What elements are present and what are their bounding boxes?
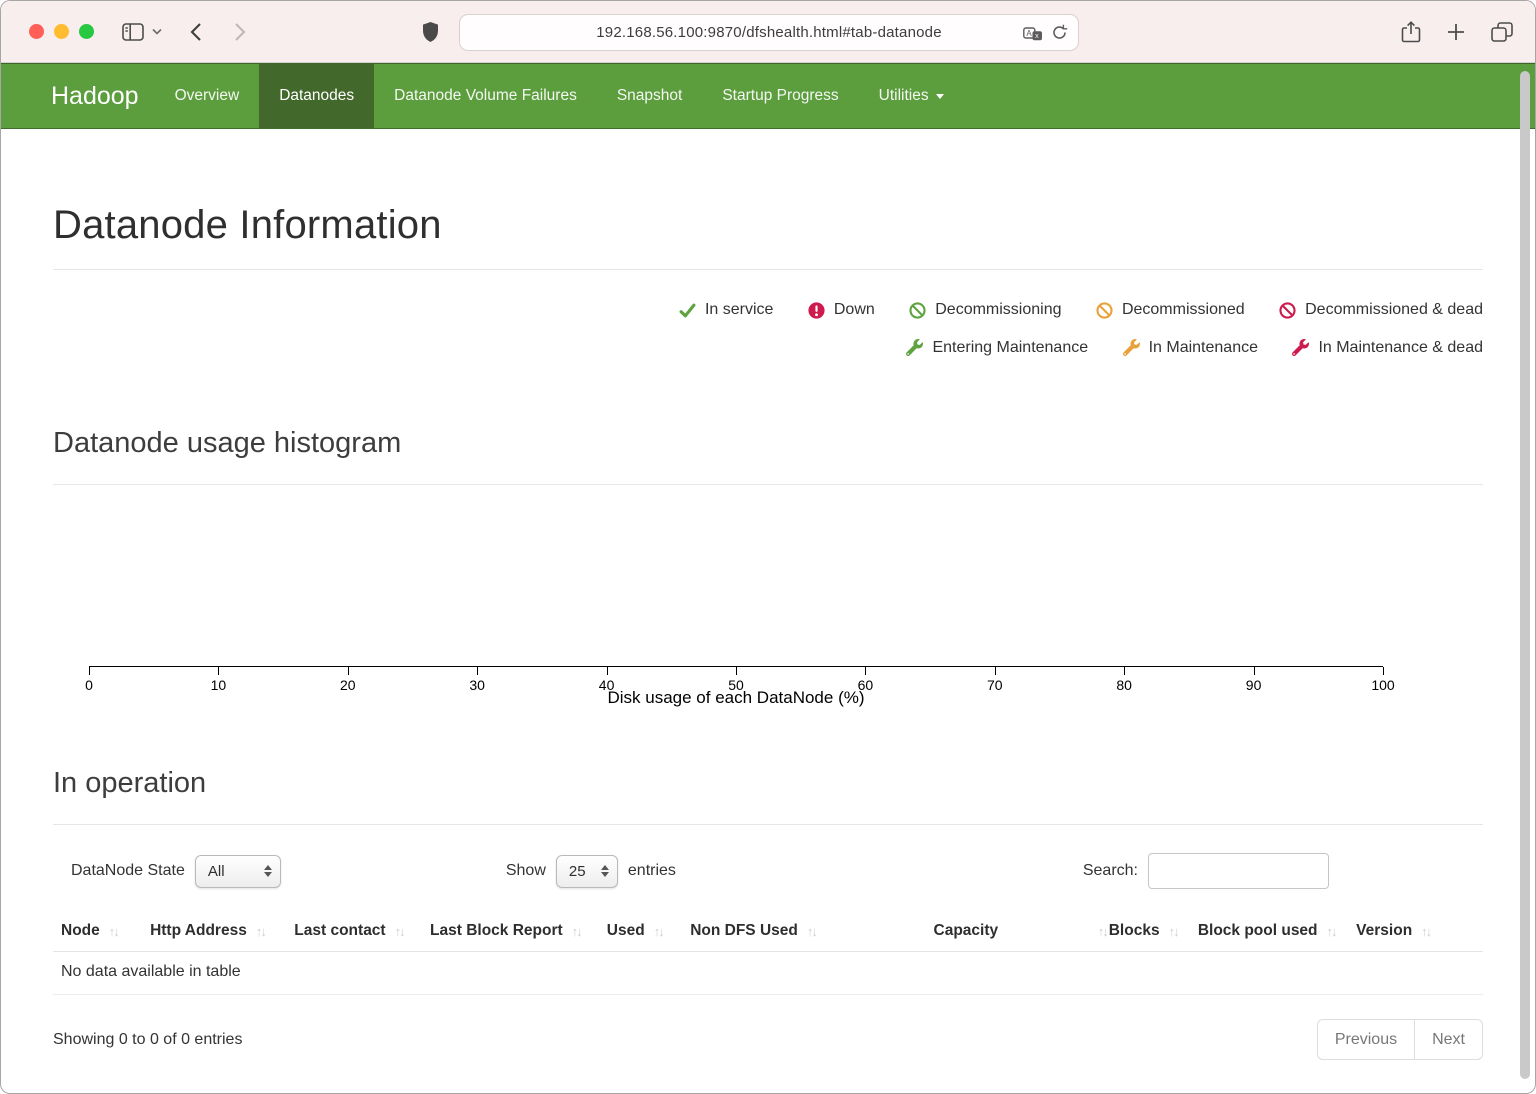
select-stepper-icon [601, 865, 609, 877]
datanode-state-legend: In service Down Decommissioning [53, 301, 1483, 361]
vertical-scrollbar-thumb[interactable] [1520, 71, 1530, 1079]
column-header-http-address[interactable]: Http Address ↑↓ [150, 922, 294, 940]
forward-button[interactable] [234, 22, 246, 42]
chevron-down-icon [936, 94, 944, 99]
histogram-heading: Datanode usage histogram [53, 427, 1483, 460]
share-icon[interactable] [1401, 20, 1421, 44]
sort-icon: ↑↓ [1098, 924, 1109, 939]
minimize-window-button[interactable] [54, 24, 69, 39]
translate-icon[interactable]: A x [1023, 25, 1043, 41]
legend-decommissioned-dead: Decommissioned & dead [1279, 301, 1483, 319]
column-header-last-block-report[interactable]: Last Block Report ↑↓ [430, 922, 607, 940]
tab-overview-icon[interactable] [1491, 22, 1513, 42]
hadoop-navbar: Hadoop Overview Datanodes Datanode Volum… [1, 63, 1535, 129]
wrench-icon [1123, 339, 1140, 356]
legend-in-maintenance: In Maintenance [1123, 339, 1258, 357]
browser-titlebar: 192.168.56.100:9870/dfshealth.html#tab-d… [1, 1, 1535, 63]
zoom-window-button[interactable] [79, 24, 94, 39]
in-operation-heading: In operation [53, 767, 1483, 800]
privacy-shield-icon[interactable] [422, 21, 439, 43]
wrench-icon [906, 339, 923, 356]
nav-item-overview[interactable]: Overview [155, 64, 260, 128]
legend-in-service: In service [679, 301, 773, 319]
reload-icon[interactable] [1051, 24, 1068, 41]
exclamation-circle-icon [808, 302, 825, 319]
check-icon [679, 302, 696, 319]
legend-decommissioned: Decommissioned [1096, 301, 1245, 319]
back-button[interactable] [190, 22, 202, 42]
sort-icon: ↑↓ [1169, 924, 1180, 939]
traffic-lights [29, 24, 94, 39]
sort-icon: ↑↓ [395, 924, 406, 939]
search-input[interactable] [1148, 853, 1329, 889]
sidebar-toggle-icon[interactable] [122, 23, 144, 41]
pagination: Previous Next [1317, 1019, 1483, 1060]
legend-decommissioning: Decommissioning [909, 301, 1061, 319]
sort-icon: ↑↓ [256, 924, 267, 939]
browser-window: 192.168.56.100:9870/dfshealth.html#tab-d… [0, 0, 1536, 1094]
column-header-blocks[interactable]: Blocks ↑↓ [1109, 922, 1198, 940]
datanode-state-select[interactable]: All [195, 855, 281, 888]
page-title: Datanode Information [53, 203, 1483, 248]
show-label: Show [506, 862, 546, 880]
previous-page-button[interactable]: Previous [1317, 1019, 1415, 1060]
sort-icon: ↑↓ [654, 924, 665, 939]
sort-icon: ↑↓ [807, 924, 818, 939]
close-window-button[interactable] [29, 24, 44, 39]
select-stepper-icon [264, 865, 272, 877]
column-header-capacity[interactable]: Capacity ↑↓ [843, 922, 1109, 940]
sort-icon: ↑↓ [109, 924, 120, 939]
datanodes-table: Node ↑↓ Http Address ↑↓ Last contact ↑↓ … [53, 913, 1483, 995]
ban-icon [1279, 302, 1296, 319]
url-bar[interactable]: 192.168.56.100:9870/dfshealth.html#tab-d… [459, 14, 1079, 51]
datanode-usage-histogram: 0102030405060708090100 Disk usage of eac… [89, 485, 1383, 703]
legend-down: Down [808, 301, 875, 319]
column-header-used[interactable]: Used ↑↓ [607, 922, 690, 940]
entries-label: entries [628, 862, 676, 880]
url-text: 192.168.56.100:9870/dfshealth.html#tab-d… [596, 24, 942, 41]
column-header-version[interactable]: Version ↑↓ [1356, 922, 1458, 940]
column-header-node[interactable]: Node ↑↓ [61, 922, 150, 940]
navbar-brand[interactable]: Hadoop [1, 64, 155, 128]
table-controls: DataNode State All Show 25 entries Searc… [53, 853, 1483, 889]
ban-icon [1096, 302, 1113, 319]
sort-icon: ↑↓ [1421, 924, 1432, 939]
page-length-select[interactable]: 25 [556, 855, 618, 888]
search-label: Search: [1083, 862, 1138, 880]
wrench-icon [1292, 339, 1309, 356]
x-axis: 0102030405060708090100 [89, 666, 1383, 667]
table-empty-message: No data available in table [53, 951, 1483, 995]
nav-item-startup-progress[interactable]: Startup Progress [702, 64, 858, 128]
ban-icon [909, 302, 926, 319]
legend-in-maintenance-dead: In Maintenance & dead [1292, 339, 1483, 357]
svg-text:A: A [1026, 29, 1032, 38]
column-header-non-dfs-used[interactable]: Non DFS Used ↑↓ [690, 922, 843, 940]
sort-icon: ↑↓ [1327, 924, 1338, 939]
in-operation-divider [53, 824, 1483, 825]
nav-item-datanode-volume-failures[interactable]: Datanode Volume Failures [374, 64, 597, 128]
svg-text:x: x [1035, 31, 1039, 40]
column-header-block-pool-used[interactable]: Block pool used ↑↓ [1198, 922, 1356, 940]
x-axis-title: Disk usage of each DataNode (%) [89, 688, 1383, 708]
nav-item-snapshot[interactable]: Snapshot [597, 64, 703, 128]
column-header-last-contact[interactable]: Last contact ↑↓ [294, 922, 430, 940]
showing-entries-info: Showing 0 to 0 of 0 entries [53, 1031, 242, 1049]
nav-item-datanodes[interactable]: Datanodes [259, 64, 374, 128]
table-footer: Showing 0 to 0 of 0 entries Previous Nex… [53, 1019, 1483, 1060]
datanode-state-label: DataNode State [71, 862, 185, 880]
sort-icon: ↑↓ [572, 924, 583, 939]
new-tab-icon[interactable] [1447, 23, 1465, 41]
nav-item-utilities-dropdown[interactable]: Utilities [859, 64, 964, 128]
title-divider [53, 269, 1483, 270]
table-header-row: Node ↑↓ Http Address ↑↓ Last contact ↑↓ … [53, 913, 1483, 951]
legend-entering-maintenance: Entering Maintenance [906, 339, 1088, 357]
sidebar-menu-chevron-icon[interactable] [152, 28, 162, 35]
next-page-button[interactable]: Next [1415, 1019, 1483, 1060]
